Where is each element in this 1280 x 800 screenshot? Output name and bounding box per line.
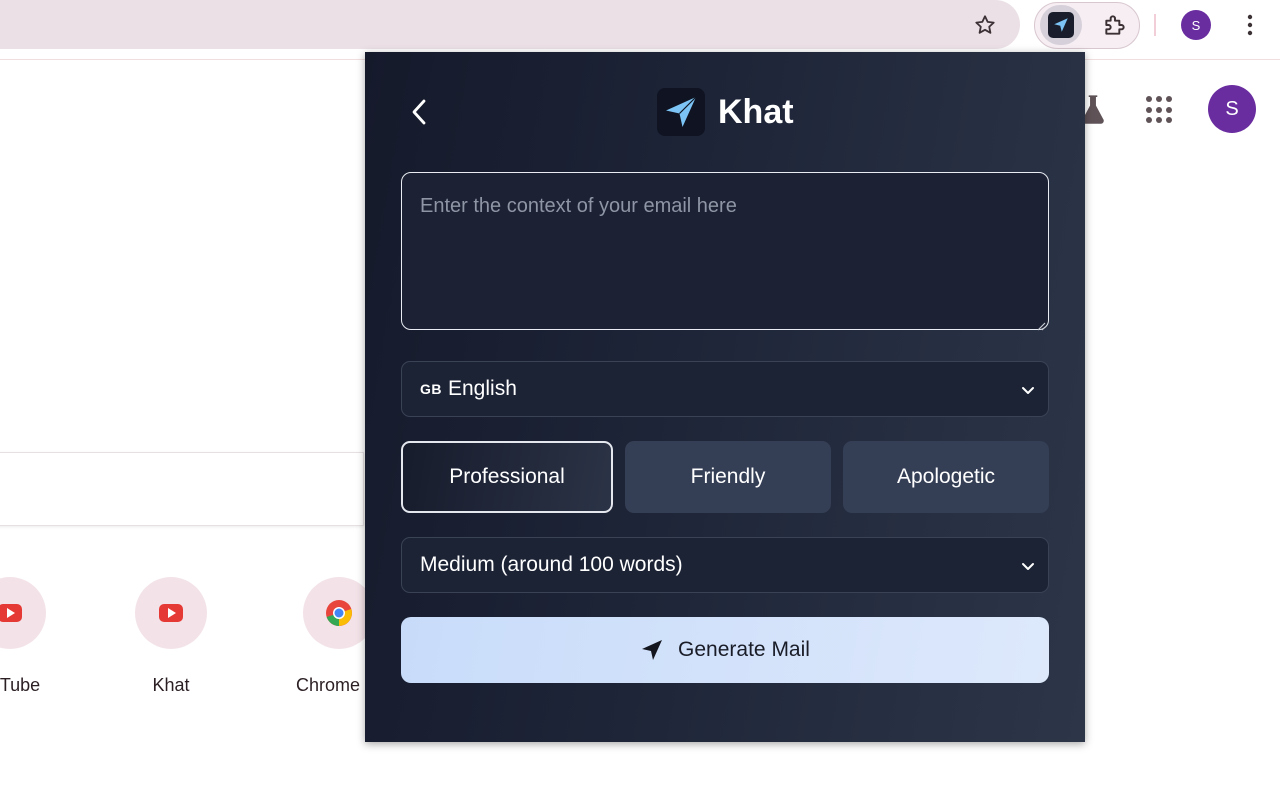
shortcut-youtube[interactable]: ouTube <box>0 577 85 696</box>
tone-label: Apologetic <box>896 465 996 488</box>
flag-gb-icon: GB <box>420 381 442 397</box>
length-selected: Medium (around 100 words) <box>420 553 683 576</box>
tone-apologetic-button[interactable]: Apologetic <box>843 441 1049 513</box>
khat-extension-button[interactable] <box>1040 5 1082 45</box>
language-select[interactable]: GB English <box>401 361 1049 417</box>
khat-popup: Khat GB English Professional Friendly Ap… <box>365 52 1085 742</box>
google-apps-icon[interactable] <box>1146 96 1174 124</box>
generate-label: Generate Mail <box>678 638 810 661</box>
shortcut-label: ouTube <box>0 675 41 695</box>
paper-plane-icon <box>1048 12 1074 38</box>
puzzle-icon[interactable] <box>1098 8 1132 42</box>
google-logo: ogle <box>0 230 364 410</box>
google-search-box[interactable] <box>0 452 364 526</box>
brand-name: Khat <box>718 92 794 131</box>
length-select[interactable]: Medium (around 100 words) <box>401 537 1049 593</box>
back-chevron-icon[interactable] <box>405 96 433 128</box>
youtube-icon <box>0 577 46 649</box>
browser-toolbar: S <box>0 0 1280 60</box>
language-selected: English <box>448 377 517 400</box>
resize-handle-icon[interactable] <box>1036 318 1046 331</box>
chevron-down-icon <box>1018 556 1038 576</box>
youtube-icon <box>135 577 207 649</box>
toolbar-divider <box>1154 14 1156 36</box>
shortcut-khat[interactable]: Khat <box>96 577 246 696</box>
star-icon[interactable] <box>970 10 1000 40</box>
tone-friendly-button[interactable]: Friendly <box>625 441 831 513</box>
address-bar[interactable] <box>0 0 1020 49</box>
popup-brand: Khat <box>657 88 794 136</box>
kebab-menu-icon[interactable] <box>1236 10 1264 40</box>
profile-avatar[interactable]: S <box>1181 10 1211 40</box>
email-context-input[interactable] <box>401 172 1049 330</box>
chevron-down-icon <box>1018 380 1038 400</box>
tone-professional-button[interactable]: Professional <box>401 441 613 513</box>
google-account-avatar[interactable]: S <box>1208 85 1256 133</box>
tone-label: Friendly <box>690 465 766 488</box>
send-arrow-icon <box>640 638 664 662</box>
paper-plane-icon <box>657 88 705 136</box>
shortcut-label: Khat <box>152 675 190 695</box>
tone-label: Professional <box>449 465 565 488</box>
generate-mail-button[interactable]: Generate Mail <box>401 617 1049 683</box>
